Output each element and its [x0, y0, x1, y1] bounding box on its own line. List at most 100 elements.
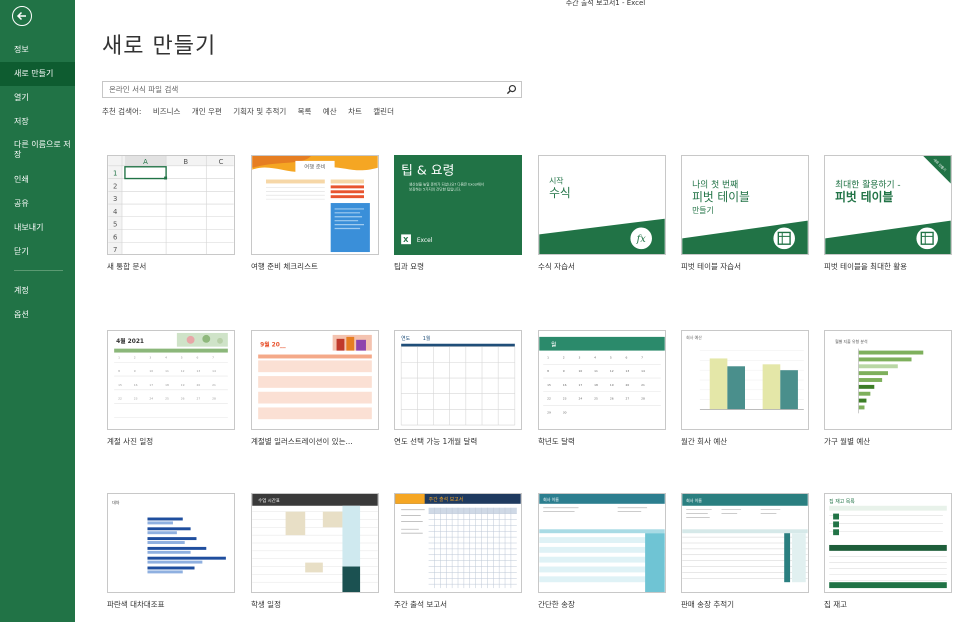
suggested-charts[interactable]: 차트 — [348, 107, 362, 116]
blank-col-c: C — [219, 158, 224, 166]
travel-thumbnail: 여행 준비 — [251, 155, 379, 255]
template-tips[interactable]: 팁 & 요령 생산성을 높일 준비가 되셨나요? 다음은 Excel에서 보장하… — [394, 155, 522, 272]
template-weekly-attendance[interactable]: 주간 출석 보고서 주간 출석 보고서 — [394, 493, 522, 610]
nav-account[interactable]: 계정 — [0, 279, 75, 303]
template-travel-checklist[interactable]: 여행 준비 여행 준비 체크리스트 — [251, 155, 379, 272]
template-year-calendar[interactable]: 연도 1월 연도 선택 가능 1개월 달력 — [394, 330, 522, 447]
nav-options[interactable]: 옵션 — [0, 303, 75, 327]
back-arrow-icon[interactable] — [12, 6, 32, 26]
svg-text:2: 2 — [134, 355, 136, 359]
suggested-personal[interactable]: 개인 우편 — [192, 107, 222, 116]
template-monthly-budget[interactable]: 회사 예산 월간 회사 예산 — [681, 330, 809, 447]
template-school-calendar[interactable]: 월 1234567 8 9 10 11 12 13 14 15 16 17 18 19 20 21 22… — [538, 330, 666, 447]
illustrated-heading: 9월 20__ — [260, 341, 286, 349]
svg-text:3: 3 — [578, 355, 580, 359]
search-input[interactable]: 온라인 서식 파일 검색 — [102, 81, 522, 98]
svg-text:5: 5 — [181, 355, 183, 359]
blank-workbook-thumbnail: A B C 1 2 3 4 5 6 7 — [107, 155, 235, 255]
svg-text:10: 10 — [149, 369, 153, 373]
suggested-business[interactable]: 비즈니스 — [153, 107, 181, 116]
pivot2-thumbnail: 새로 만들기 최대한 활용하기 - 피벗 테이블 — [824, 155, 952, 255]
household-thumbnail: 월별 지출 유형 분석 — [824, 330, 952, 430]
svg-text:12: 12 — [610, 369, 614, 373]
svg-text:27: 27 — [626, 397, 630, 401]
blank-col-a: A — [143, 158, 148, 166]
svg-text:18: 18 — [594, 383, 598, 387]
search-icon[interactable] — [506, 84, 517, 95]
svg-text:25: 25 — [594, 397, 598, 401]
template-caption: 집 재고 — [824, 600, 848, 609]
svg-text:6: 6 — [196, 355, 198, 359]
backstage-sidebar: 정보 새로 만들기 열기 저장 다른 이름으로 저장 인쇄 공유 내보내기 닫기… — [0, 0, 75, 622]
template-seasonal-photo-calendar[interactable]: 4월 2021 1234567 8 9 10 11 12 13 14 15 16 17 18 19 2… — [107, 330, 235, 447]
svg-text:19: 19 — [610, 383, 614, 387]
svg-text:6: 6 — [626, 355, 628, 359]
nav-divider — [14, 270, 63, 271]
svg-text:22: 22 — [547, 397, 551, 401]
svg-text:21: 21 — [212, 383, 216, 387]
nav-open[interactable]: 열기 — [0, 86, 75, 110]
window-title: 주간 출석 보고서1 - Excel — [565, 0, 646, 7]
svg-text:14: 14 — [212, 369, 216, 373]
template-illustrated-calendar[interactable]: 9월 20__ 계절별 일러스트레이션이 있는... — [251, 330, 379, 447]
template-simple-invoice[interactable]: 회사 이름 간단한 송장 — [538, 493, 666, 610]
nav-save[interactable]: 저장 — [0, 110, 75, 134]
suggested-label: 추천 검색어: — [102, 107, 142, 116]
suggested-calendars[interactable]: 캘린더 — [373, 107, 394, 116]
invoice-thumbnail: 회사 이름 — [538, 493, 666, 593]
template-caption: 간단한 송장 — [538, 600, 575, 609]
nav-export[interactable]: 내보내기 — [0, 216, 75, 240]
template-formula-tutorial[interactable]: 시작 수식 fx 수식 자습서 — [538, 155, 666, 272]
sales-thumbnail: 회사 이름 — [681, 493, 809, 593]
yearcal-thumbnail: 연도 1월 — [394, 330, 522, 430]
svg-text:15: 15 — [118, 383, 122, 387]
svg-text:29: 29 — [547, 410, 551, 414]
suggested-budgets[interactable]: 예산 — [323, 107, 337, 116]
template-household-budget[interactable]: 월별 지출 유형 분석 가구 월별 예산 — [824, 330, 952, 447]
tips-thumbnail: 팁 & 요령 생산성을 높일 준비가 되셨나요? 다음은 Excel에서 보장하… — [394, 155, 522, 255]
svg-text:19: 19 — [181, 383, 185, 387]
travel-heading: 여행 준비 — [304, 163, 326, 171]
template-caption: 수식 자습서 — [538, 262, 575, 271]
nav-new[interactable]: 새로 만들기 — [0, 62, 75, 86]
svg-text:4: 4 — [165, 355, 167, 359]
template-student-schedule[interactable]: 수업 시간표 학생 일정 — [251, 493, 379, 610]
svg-text:11: 11 — [165, 369, 169, 373]
nav-print[interactable]: 인쇄 — [0, 168, 75, 192]
svg-text:24: 24 — [149, 397, 153, 401]
svg-text:12: 12 — [181, 369, 185, 373]
formula-thumbnail: 시작 수식 fx — [538, 155, 666, 255]
nav-save-as[interactable]: 다른 이름으로 저장 — [0, 134, 75, 168]
template-sales-invoice-tracker[interactable]: 회사 이름 판매 송장 추적기 — [681, 493, 809, 610]
svg-text:8: 8 — [118, 369, 120, 373]
template-caption: 학년도 달력 — [538, 437, 575, 446]
nav-share[interactable]: 공유 — [0, 192, 75, 216]
template-home-inventory[interactable]: 집 재고 목록 집 재고 — [824, 493, 952, 610]
blank-row-1: 1 — [113, 170, 117, 178]
svg-text:7: 7 — [212, 355, 214, 359]
template-caption: 팁과 요령 — [394, 262, 424, 271]
blank-row-2: 2 — [113, 182, 117, 190]
svg-text:15: 15 — [547, 383, 551, 387]
student-thumbnail: 수업 시간표 — [251, 493, 379, 593]
template-blue-balance-sheet[interactable]: 대차 파란색 대차대조표 — [107, 493, 235, 610]
svg-text:28: 28 — [212, 397, 216, 401]
illustrated-thumbnail: 9월 20__ — [251, 330, 379, 430]
template-pivot-advanced[interactable]: 새로 만들기 최대한 활용하기 - 피벗 테이블 피벗 테이블을 최대한 활용 — [824, 155, 952, 272]
nav-info[interactable]: 정보 — [0, 38, 75, 62]
svg-text:30: 30 — [563, 410, 567, 414]
suggested-lists[interactable]: 목록 — [298, 107, 312, 116]
template-caption: 가구 월별 예산 — [824, 437, 871, 446]
suggested-planners[interactable]: 기획자 및 추적기 — [233, 107, 286, 116]
svg-text:2: 2 — [563, 355, 565, 359]
template-pivot-tutorial[interactable]: 나의 첫 번째 피벗 테이블 만들기 피벗 테이블 자습서 — [681, 155, 809, 272]
template-blank-workbook[interactable]: A B C 1 2 3 4 5 6 7 새 통합 문서 — [107, 155, 235, 272]
pivot1-line3: 만들기 — [692, 206, 714, 215]
balance-heading: 대차 — [112, 500, 120, 505]
nav-close[interactable]: 닫기 — [0, 240, 75, 264]
svg-text:7: 7 — [641, 355, 643, 359]
svg-text:16: 16 — [563, 383, 567, 387]
search-placeholder: 온라인 서식 파일 검색 — [109, 85, 179, 94]
svg-text:17: 17 — [149, 383, 153, 387]
svg-text:23: 23 — [563, 397, 567, 401]
